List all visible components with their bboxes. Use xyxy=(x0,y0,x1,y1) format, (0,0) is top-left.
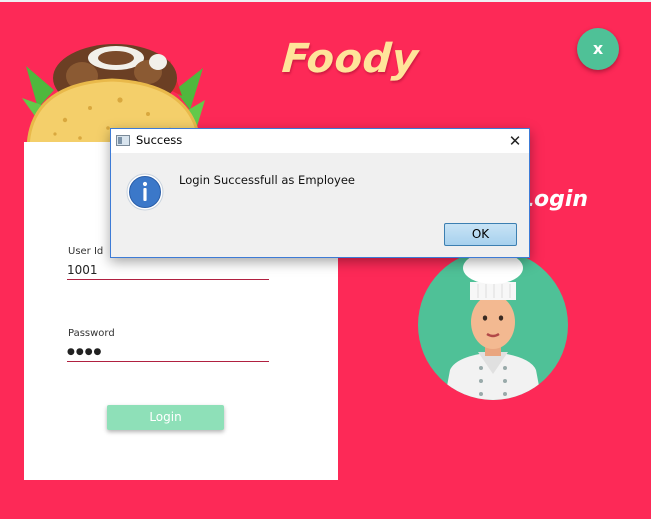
info-icon xyxy=(126,173,164,211)
dialog-close-button[interactable]: ✕ xyxy=(501,129,529,153)
dialog-message: Login Successfull as Employee xyxy=(179,173,356,187)
close-button[interactable]: x xyxy=(577,28,619,70)
chef-avatar xyxy=(418,250,568,400)
password-label: Password xyxy=(68,328,115,339)
foody-login-window: Foody x User Id Password ●●●● Login Logi… xyxy=(0,2,651,519)
login-button[interactable]: Login xyxy=(107,405,224,430)
user-id-label: User Id xyxy=(68,246,104,257)
ok-button[interactable]: OK xyxy=(444,223,517,246)
user-id-input[interactable] xyxy=(67,261,269,280)
dialog-title: Success xyxy=(136,133,183,147)
brand-title: Foody xyxy=(280,36,420,82)
password-input[interactable]: ●●●● xyxy=(67,343,269,362)
success-dialog: Success ✕ Login Successfull as Employee … xyxy=(110,128,530,258)
login-heading: Login xyxy=(520,187,589,212)
window-app-icon xyxy=(116,135,130,146)
dialog-titlebar[interactable]: Success ✕ xyxy=(111,129,529,153)
